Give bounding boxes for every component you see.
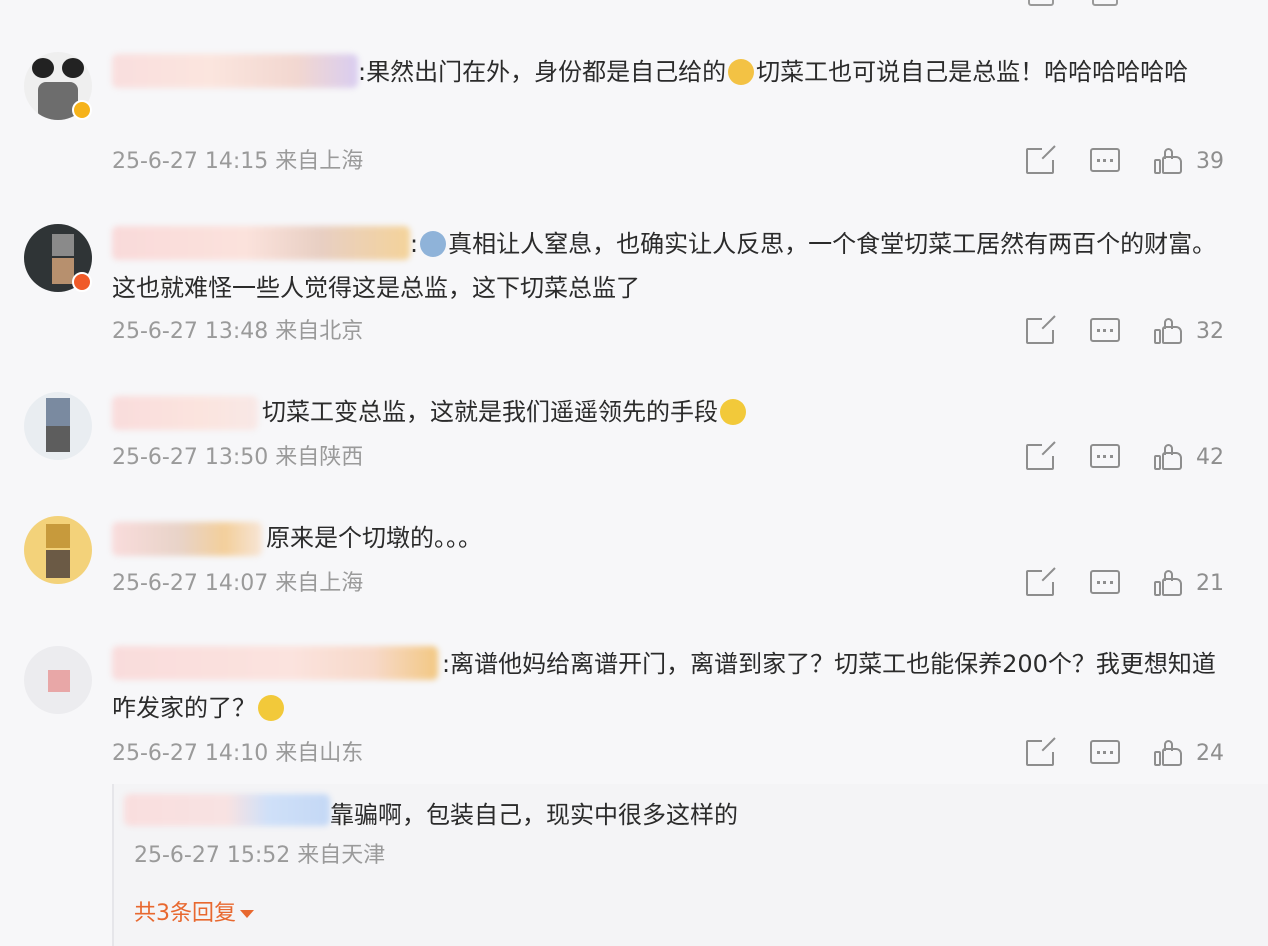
cat-face-emoji-icon [728, 59, 755, 85]
comment-icon[interactable] [1090, 444, 1120, 468]
scared-face-emoji-icon [420, 231, 447, 257]
comment-actions: 42 [1026, 441, 1226, 473]
reply-username-blurred[interactable] [124, 794, 330, 826]
share-icon[interactable] [1026, 567, 1056, 596]
more-replies-link[interactable]: 共3条回复 [134, 899, 254, 929]
comment-actions: 32 [1026, 315, 1226, 347]
avatar[interactable] [24, 516, 92, 584]
reply-meta: 25-6-27 15:52 来自天津 [134, 843, 386, 868]
share-icon[interactable] [1026, 737, 1056, 766]
comment-icon[interactable] [1090, 740, 1120, 764]
comment-icon[interactable] [1090, 570, 1120, 594]
comment-meta: 25-6-27 14:10 来自山东 [112, 741, 364, 766]
comment-actions: 39 [1026, 145, 1226, 177]
laugh-cry-emoji-icon [258, 695, 284, 721]
previous-comment-fragment [0, 0, 1268, 8]
comment-meta: 25-6-27 14:15 来自上海 [112, 149, 364, 174]
comment-icon[interactable] [1092, 0, 1118, 6]
share-icon[interactable] [1026, 315, 1056, 344]
comment-text: 原来是个切墩的。。。 [266, 524, 482, 552]
share-icon[interactable] [1026, 145, 1056, 174]
comment-text: :离谱他妈给离谱开门，离谱到家了？切菜工也能保养200个？我更想知道咋发家的了？ [112, 650, 1216, 722]
more-replies-label: 共3条回复 [134, 901, 236, 926]
like-count: 39 [1196, 149, 1224, 174]
comment-actions: 21 [1026, 567, 1226, 599]
comment-text: 切菜工变总监，这就是我们遥遥领先的手段 [112, 390, 1222, 434]
like-count: 42 [1196, 445, 1224, 470]
like-icon[interactable] [1154, 444, 1182, 470]
caret-down-icon [240, 910, 254, 918]
like-icon[interactable] [1154, 740, 1182, 766]
comment-meta: 25-6-27 13:48 来自北京 [112, 319, 364, 344]
like-icon[interactable] [1154, 570, 1182, 596]
comment-text: :果然出门在外，身份都是自己给的 切菜工也可说自己是总监！哈哈哈哈哈哈 [358, 58, 1189, 86]
like-count: 21 [1196, 571, 1224, 596]
like-icon[interactable] [1154, 318, 1182, 344]
comment-text: : 真相让人窒息，也确实让人反思，一个食堂切菜工居然有两百个的财富。这也就难怪一些… [112, 230, 1217, 302]
share-icon[interactable] [1028, 0, 1054, 6]
like-count: 32 [1196, 319, 1224, 344]
reply-thread: 靠骗啊，包装自己，现实中很多这样的 25-6-27 15:52 来自天津 共3条… [112, 784, 1268, 946]
comment-icon[interactable] [1090, 148, 1120, 172]
laugh-cry-emoji-icon [720, 399, 746, 425]
avatar[interactable] [24, 646, 92, 714]
share-icon[interactable] [1026, 441, 1056, 470]
reply-text: 靠骗啊，包装自己，现实中很多这样的 [330, 801, 738, 829]
comment-meta: 25-6-27 14:07 来自上海 [112, 571, 364, 596]
comment-meta: 25-6-27 13:50 来自陕西 [112, 445, 364, 470]
like-count: 24 [1196, 741, 1224, 766]
verified-badge-icon [72, 272, 92, 292]
avatar[interactable] [24, 392, 92, 460]
comment-icon[interactable] [1090, 318, 1120, 342]
verified-badge-icon [72, 100, 92, 120]
like-icon[interactable] [1154, 148, 1182, 174]
comment-actions: 24 [1026, 737, 1226, 769]
